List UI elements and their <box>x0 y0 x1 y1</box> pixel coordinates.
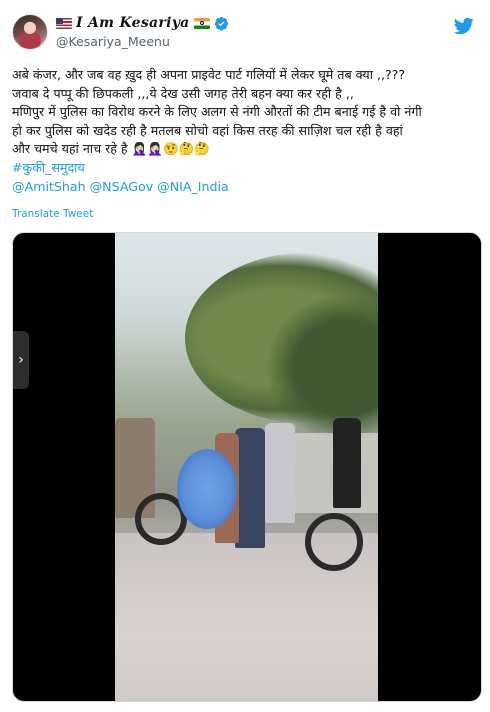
person-figure <box>235 428 265 548</box>
tweet-header: I Am Kesariya @Kesariya_Meenu <box>12 12 478 52</box>
tweet-card: I Am Kesariya @Kesariya_Meenu अबे कंजर, … <box>0 0 490 712</box>
name-line[interactable]: I Am Kesariya <box>56 14 229 32</box>
display-name[interactable]: I Am Kesariya <box>76 15 190 31</box>
tweet-line: और चमचे यहां नाच रहे है 🤦🏻‍♀️🤦🏻‍♀️🤨🤔🤔 <box>12 141 211 157</box>
video-player[interactable]: › <box>12 232 482 702</box>
blur-overlay <box>177 449 237 529</box>
person-figure <box>265 423 295 523</box>
mentions-links[interactable]: @AmitShah @NSAGov @NIA_India <box>12 178 478 197</box>
person-figure <box>333 418 361 508</box>
chevron-left-icon[interactable]: › <box>13 331 29 389</box>
hashtag-link[interactable]: #कुकी_समुदाय <box>12 159 478 178</box>
translate-tweet-link[interactable]: Translate Tweet <box>12 208 93 220</box>
tweet-line: अबे कंजर, और जब वह ख़ुद ही अपना प्राइवेट… <box>12 67 406 82</box>
author-info: I Am Kesariya @Kesariya_Meenu <box>56 14 229 49</box>
tweet-line: जवाब दे पप्पू की छिपकली ,,,ये देख उसी जग… <box>12 85 354 101</box>
us-flag-icon <box>56 17 72 29</box>
avatar[interactable] <box>12 14 48 50</box>
tweet-line: मणिपुर में पुलिस का विरोध करने के लिए अल… <box>12 104 422 120</box>
twitter-bird-icon[interactable] <box>454 16 474 36</box>
india-flag-icon <box>193 17 210 29</box>
tweet-line: हो कर पुलिस को खदेड रही है मतलब सोचो वहा… <box>12 122 403 138</box>
verified-badge-icon <box>214 16 228 31</box>
video-frame[interactable] <box>115 233 378 701</box>
handle[interactable]: @Kesariya_Meenu <box>56 34 229 49</box>
tweet-text: अबे कंजर, और जब वह ख़ुद ही अपना प्राइवेट… <box>12 66 478 196</box>
motorbike-wheel <box>305 513 363 571</box>
